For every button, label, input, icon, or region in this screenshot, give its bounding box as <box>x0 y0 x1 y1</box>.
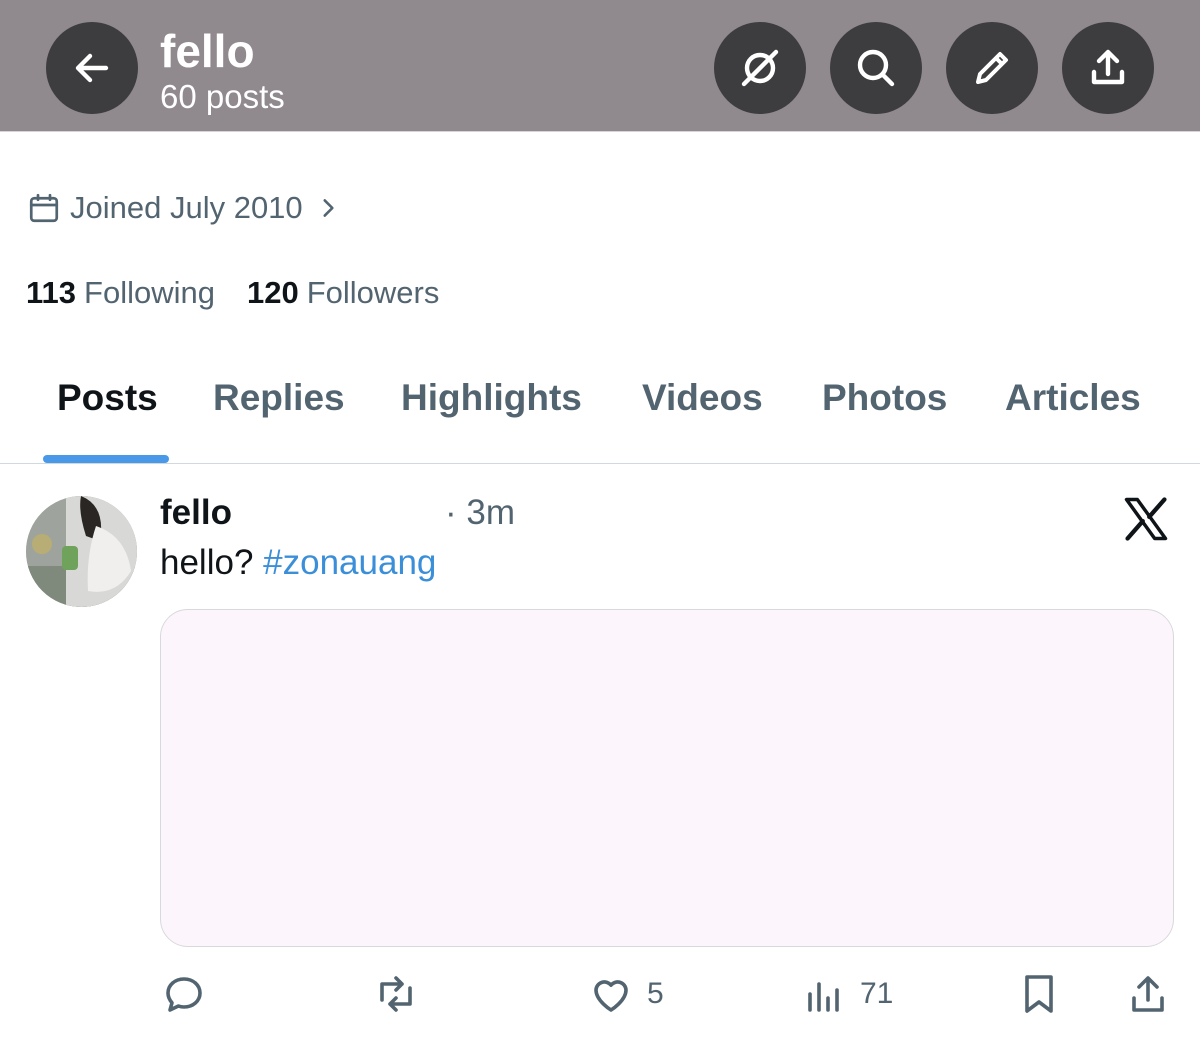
followers-link[interactable]: 120 Followers <box>247 275 439 311</box>
tab-videos[interactable]: Videos <box>642 377 763 419</box>
profile-header: fello 60 posts <box>0 0 1200 132</box>
following-link[interactable]: 113 Following <box>26 275 215 311</box>
grok-button[interactable] <box>714 22 806 114</box>
post-share-button[interactable] <box>1124 970 1172 1018</box>
repost-icon <box>380 976 412 1012</box>
followers-count: 120 <box>246 275 299 310</box>
share-icon <box>1091 49 1125 85</box>
search-icon <box>857 49 895 87</box>
x-logo-icon <box>1124 497 1168 541</box>
post-author-name[interactable]: fello <box>160 493 232 533</box>
followers-label: Followers <box>306 275 440 310</box>
pencil-icon <box>976 52 1008 84</box>
tab-articles[interactable]: Articles <box>1005 377 1141 419</box>
share-icon <box>1132 976 1164 1012</box>
like-button[interactable]: 5 <box>587 970 664 1018</box>
chevron-right-icon <box>323 199 334 217</box>
edit-button[interactable] <box>946 22 1038 114</box>
tab-highlights[interactable]: Highlights <box>401 377 582 419</box>
share-button[interactable] <box>1062 22 1154 114</box>
joined-date-row[interactable]: Joined July 2010 <box>26 190 341 226</box>
joined-date-text: Joined July 2010 <box>70 190 303 225</box>
repost-button[interactable] <box>372 970 420 1018</box>
grok-icon <box>741 49 779 87</box>
tab-replies[interactable]: Replies <box>213 377 345 419</box>
hashtag-link[interactable]: #zonauang <box>263 543 436 582</box>
active-tab-indicator <box>43 455 169 463</box>
bookmark-icon <box>1025 975 1053 1013</box>
header-post-count: 60 posts <box>160 78 285 115</box>
views-button[interactable]: 71 <box>800 970 893 1018</box>
view-count: 71 <box>860 977 894 1010</box>
tab-photos[interactable]: Photos <box>822 377 947 419</box>
reply-icon <box>166 977 202 1012</box>
avatar[interactable] <box>26 496 137 607</box>
back-arrow-icon <box>75 53 109 83</box>
follow-stats: 113 Following 120 Followers <box>26 275 439 311</box>
heart-icon <box>594 980 628 1012</box>
post-text: hello? #zonauang <box>160 543 436 583</box>
like-count: 5 <box>647 977 664 1010</box>
calendar-icon <box>29 193 59 223</box>
post-body: hello? <box>160 543 254 582</box>
search-button[interactable] <box>830 22 922 114</box>
following-label: Following <box>84 275 215 310</box>
analytics-icon <box>808 982 839 1012</box>
avatar-photo <box>26 496 137 607</box>
tab-posts[interactable]: Posts <box>57 377 158 419</box>
header-title: fello <box>160 25 255 77</box>
post-media[interactable] <box>160 609 1174 947</box>
bookmark-button[interactable] <box>1015 970 1063 1018</box>
following-count: 113 <box>26 275 77 310</box>
post-timestamp[interactable]: · 3m <box>445 493 515 533</box>
profile-tabs: Posts Replies Highlights Videos Photos A… <box>0 340 1200 464</box>
reply-button[interactable] <box>160 970 208 1018</box>
back-button[interactable] <box>46 22 138 114</box>
